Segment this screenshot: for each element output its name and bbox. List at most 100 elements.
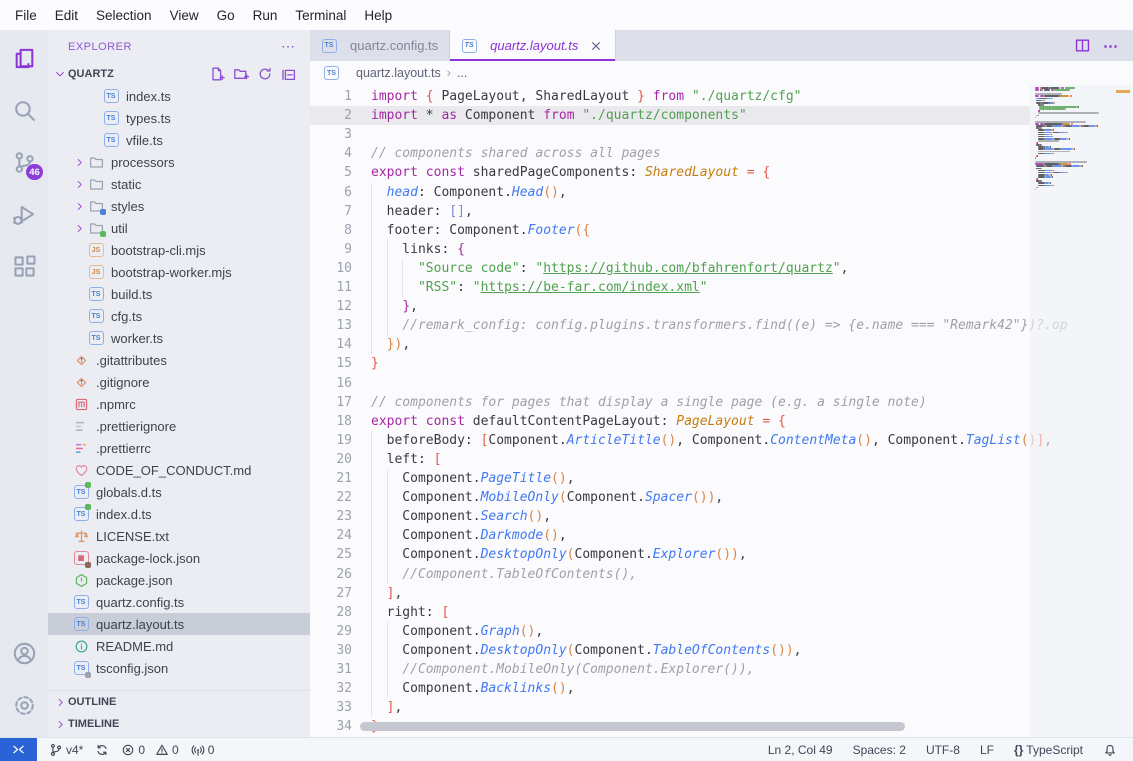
code-line-8[interactable]: 8 footer: Component.Footer({ [310, 221, 1133, 240]
activitybar-account[interactable] [4, 633, 44, 673]
collapse-all-icon[interactable] [281, 66, 298, 83]
code-editor[interactable]: 1import { PageLayout, SharedLayout } fro… [310, 85, 1133, 737]
tree-item-quartz.config.ts[interactable]: TSquartz.config.ts [48, 591, 310, 613]
activitybar-run-and-debug[interactable] [4, 194, 44, 234]
activitybar-source-control[interactable]: 46 [4, 142, 44, 182]
activitybar-settings[interactable] [4, 685, 44, 725]
close-icon[interactable] [588, 38, 604, 54]
code-line-11[interactable]: 11 "RSS": "https://be-far.com/index.xml" [310, 278, 1133, 297]
code-line-3[interactable]: 3 [310, 125, 1133, 144]
code-line-23[interactable]: 23 Component.Search(), [310, 507, 1133, 526]
code-line-6[interactable]: 6 head: Component.Head(), [310, 183, 1133, 202]
status-sync[interactable] [89, 743, 115, 757]
tree-item-worker.ts[interactable]: TSworker.ts [48, 327, 310, 349]
tree-item-quartz.layout.ts[interactable]: TSquartz.layout.ts [48, 613, 310, 635]
code-line-26[interactable]: 26 //Component.TableOfContents(), [310, 565, 1133, 584]
code-line-15[interactable]: 15} [310, 354, 1133, 373]
tree-item-LICENSE.txt[interactable]: LICENSE.txt [48, 525, 310, 547]
code-line-27[interactable]: 27 ], [310, 584, 1133, 603]
tree-item-cfg.ts[interactable]: TScfg.ts [48, 305, 310, 327]
tree-item-vfile.ts[interactable]: TSvfile.ts [48, 129, 310, 151]
status-cursor-position[interactable]: Ln 2, Col 49 [762, 743, 839, 757]
code-line-20[interactable]: 20 left: [ [310, 450, 1133, 469]
status-eol[interactable]: LF [974, 743, 1000, 757]
code-line-24[interactable]: 24 Component.Darkmode(), [310, 526, 1133, 545]
status-language-mode[interactable]: {} TypeScript [1008, 743, 1089, 757]
code-line-25[interactable]: 25 Component.DesktopOnly(Component.Explo… [310, 545, 1133, 564]
tree-item-.npmrc[interactable]: .npmrc [48, 393, 310, 415]
sidebar-section-outline[interactable]: OUTLINE [48, 691, 310, 713]
refresh-icon[interactable] [257, 66, 274, 83]
code-line-28[interactable]: 28 right: [ [310, 603, 1133, 622]
status-git-branch[interactable]: v4* [43, 743, 89, 757]
split-editor-icon[interactable] [1074, 37, 1091, 54]
activitybar-extensions[interactable] [4, 246, 44, 286]
code-line-9[interactable]: 9 links: { [310, 240, 1133, 259]
menu-help[interactable]: Help [355, 5, 401, 26]
menu-view[interactable]: View [161, 5, 208, 26]
tree-item-.gitattributes[interactable]: .gitattributes [48, 349, 310, 371]
menu-edit[interactable]: Edit [46, 5, 87, 26]
code-line-32[interactable]: 32 Component.Backlinks(), [310, 679, 1133, 698]
tree-item-.prettierignore[interactable]: .prettierignore [48, 415, 310, 437]
code-line-29[interactable]: 29 Component.Graph(), [310, 622, 1133, 641]
tree-item-static[interactable]: static [48, 173, 310, 195]
code-line-12[interactable]: 12 }, [310, 297, 1133, 316]
status-encoding[interactable]: UTF-8 [920, 743, 966, 757]
tree-item-bootstrap-worker.mjs[interactable]: JSbootstrap-worker.mjs [48, 261, 310, 283]
tree-item-globals.d.ts[interactable]: TSglobals.d.ts [48, 481, 310, 503]
menu-selection[interactable]: Selection [87, 5, 161, 26]
new-file-icon[interactable] [209, 66, 226, 83]
code-line-19[interactable]: 19 beforeBody: [Component.ArticleTitle()… [310, 431, 1133, 450]
menu-terminal[interactable]: Terminal [286, 5, 355, 26]
minimap[interactable] [1030, 85, 1133, 737]
tree-item-CODE_OF_CONDUCT.md[interactable]: CODE_OF_CONDUCT.md [48, 459, 310, 481]
tab-quartz.layout.ts[interactable]: TSquartz.layout.ts [450, 30, 616, 61]
status-notifications[interactable] [1097, 743, 1123, 757]
project-section-header[interactable]: QUARTZ [48, 63, 310, 85]
tree-item-styles[interactable]: styles [48, 195, 310, 217]
tree-item-README.md[interactable]: README.md [48, 635, 310, 657]
menu-go[interactable]: Go [208, 5, 244, 26]
tree-item-processors[interactable]: processors [48, 151, 310, 173]
code-line-10[interactable]: 10 "Source code": "https://github.com/bf… [310, 259, 1133, 278]
tree-item-.gitignore[interactable]: .gitignore [48, 371, 310, 393]
new-folder-icon[interactable] [233, 66, 250, 83]
activitybar-explorer[interactable] [4, 38, 44, 78]
code-line-5[interactable]: 5export const sharedPageComponents: Shar… [310, 163, 1133, 182]
tree-item-index.ts[interactable]: TSindex.ts [48, 85, 310, 107]
code-line-7[interactable]: 7 header: [], [310, 202, 1133, 221]
remote-indicator[interactable] [0, 738, 37, 761]
editor-more-actions-icon[interactable]: ⋯ [1103, 37, 1119, 55]
tree-item-tsconfig.json[interactable]: TStsconfig.json [48, 657, 310, 679]
code-line-18[interactable]: 18export const defaultContentPageLayout:… [310, 412, 1133, 431]
more-actions-icon[interactable]: ⋯ [281, 38, 296, 55]
tree-item-package-lock.json[interactable]: ▦package-lock.json [48, 547, 310, 569]
code-line-30[interactable]: 30 Component.DesktopOnly(Component.Table… [310, 641, 1133, 660]
code-line-4[interactable]: 4// components shared across all pages [310, 144, 1133, 163]
tree-item-.prettierrc[interactable]: .prettierrc [48, 437, 310, 459]
code-line-31[interactable]: 31 //Component.MobileOnly(Component.Expl… [310, 660, 1133, 679]
status-indentation[interactable]: Spaces: 2 [847, 743, 912, 757]
menu-run[interactable]: Run [244, 5, 287, 26]
tree-item-package.json[interactable]: package.json [48, 569, 310, 591]
tab-quartz.config.ts[interactable]: TSquartz.config.ts [310, 30, 450, 61]
code-line-16[interactable]: 16 [310, 374, 1133, 393]
code-line-22[interactable]: 22 Component.MobileOnly(Component.Spacer… [310, 488, 1133, 507]
code-line-21[interactable]: 21 Component.PageTitle(), [310, 469, 1133, 488]
tree-item-build.ts[interactable]: TSbuild.ts [48, 283, 310, 305]
sidebar-section-timeline[interactable]: TIMELINE [48, 713, 310, 735]
code-line-2[interactable]: 2import * as Component from "./quartz/co… [310, 106, 1133, 125]
code-line-33[interactable]: 33 ], [310, 698, 1133, 717]
code-line-17[interactable]: 17// components for pages that display a… [310, 393, 1133, 412]
menu-file[interactable]: File [6, 5, 46, 26]
tree-item-bootstrap-cli.mjs[interactable]: JSbootstrap-cli.mjs [48, 239, 310, 261]
code-line-14[interactable]: 14 }), [310, 335, 1133, 354]
status-problems[interactable]: 00 [115, 743, 184, 757]
horizontal-scrollbar[interactable] [360, 722, 905, 731]
breadcrumb[interactable]: TS quartz.layout.ts › ... [310, 61, 1133, 85]
activitybar-search[interactable] [4, 90, 44, 130]
tree-item-util[interactable]: util [48, 217, 310, 239]
code-line-1[interactable]: 1import { PageLayout, SharedLayout } fro… [310, 87, 1133, 106]
tree-item-index.d.ts[interactable]: TSindex.d.ts [48, 503, 310, 525]
